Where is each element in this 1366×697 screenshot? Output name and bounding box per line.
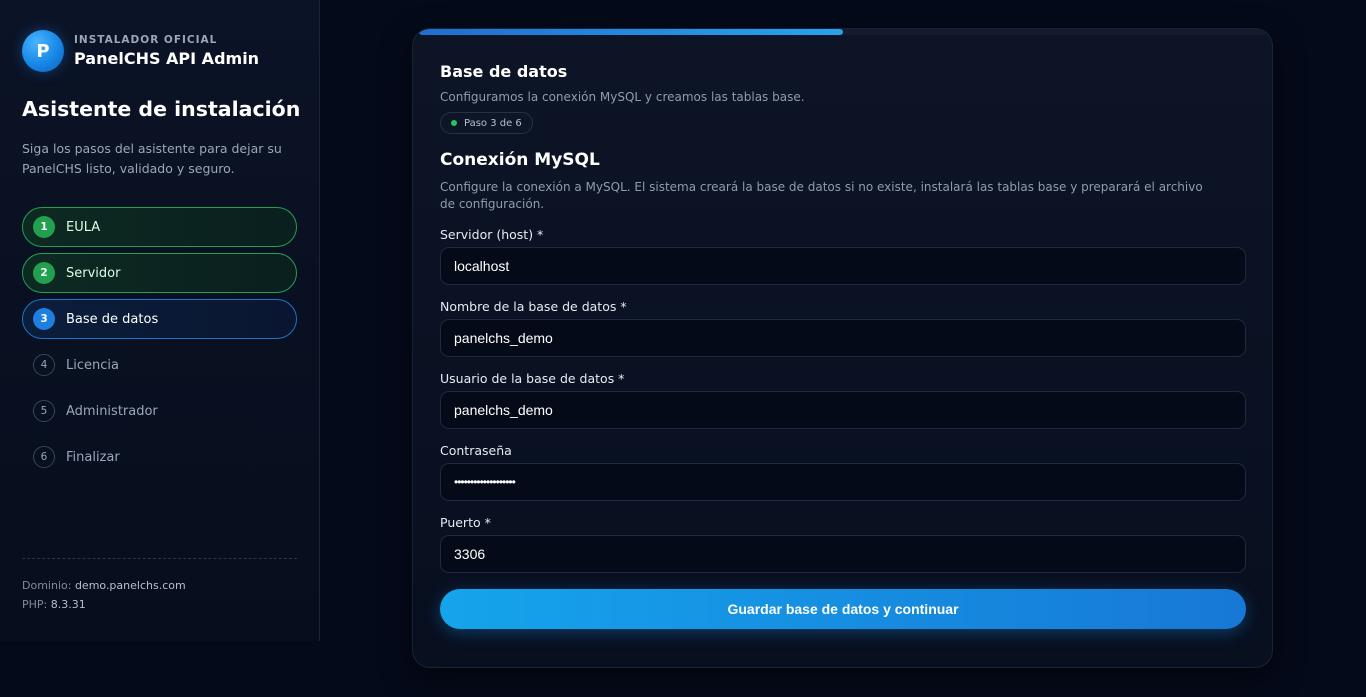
environment-info: Dominio: demo.panelchs.com PHP: 8.3.31 [22,576,186,614]
step-eula[interactable]: 1 EULA [22,207,297,247]
step-number: 6 [33,446,55,468]
database-step-card: Base de datos Configuramos la conexión M… [412,28,1273,668]
php-version: 8.3.31 [50,598,86,611]
step-number: 5 [33,400,55,422]
domain-value: demo.panelchs.com [74,579,186,592]
db-user-label: Usuario de la base de datos * [440,371,625,386]
brand: P INSTALADOR OFICIAL PanelCHS API Admin [22,30,259,72]
step-base-de-datos[interactable]: 3 Base de datos [22,299,297,339]
step-title: Base de datos [440,62,568,81]
db-name-label: Nombre de la base de datos * [440,299,627,314]
progress-fill [419,29,843,35]
step-badge-label: Paso 3 de 6 [464,117,522,129]
password-label: Contraseña [440,443,512,458]
php-label: PHP: [22,598,48,611]
step-label: Base de datos [66,311,159,327]
step-servidor[interactable]: 2 Servidor [22,253,297,293]
step-number: 4 [33,354,55,376]
status-dot-icon [451,120,457,126]
domain-label: Dominio: [22,579,72,592]
sidebar: P INSTALADOR OFICIAL PanelCHS API Admin … [0,0,320,641]
step-label: Finalizar [66,449,120,465]
step-number: 2 [33,262,55,284]
port-input[interactable]: 3306 [440,535,1246,573]
sidebar-divider [22,558,297,559]
db-name-input[interactable]: panelchs_demo [440,319,1246,357]
host-input[interactable]: localhost [440,247,1246,285]
brand-name: PanelCHS API Admin [74,49,260,68]
step-administrador: 5 Administrador [22,391,297,431]
step-label: Licencia [66,357,119,373]
wizard-steps: 1 EULA 2 Servidor 3 Base de datos 4 Lice… [22,207,297,483]
step-label: Administrador [66,403,158,419]
step-number: 3 [33,308,55,330]
section-description: Configure la conexión a MySQL. El sistem… [440,180,1203,211]
brand-logo-icon: P [22,30,64,72]
progress-bar [419,29,1266,35]
step-label: Servidor [66,265,121,281]
db-user-input[interactable]: panelchs_demo [440,391,1246,429]
section-title: Conexión MySQL [440,150,600,170]
wizard-description: Siga los pasos del asistente para dejar … [22,141,282,176]
installer-app: P INSTALADOR OFICIAL PanelCHS API Admin … [0,0,1366,697]
step-number: 1 [33,216,55,238]
step-label: EULA [66,219,101,235]
step-subtitle: Configuramos la conexión MySQL y creamos… [440,90,805,104]
brand-kicker: INSTALADOR OFICIAL [74,34,218,46]
save-database-button[interactable]: Guardar base de datos y continuar [440,589,1246,629]
step-badge: Paso 3 de 6 [440,112,533,134]
wizard-title: Asistente de instalación [22,97,301,121]
password-input[interactable]: ••••••••••••••••••• [440,463,1246,501]
port-label: Puerto * [440,515,491,530]
step-licencia: 4 Licencia [22,345,297,385]
step-finalizar: 6 Finalizar [22,437,297,477]
host-label: Servidor (host) * [440,227,544,242]
